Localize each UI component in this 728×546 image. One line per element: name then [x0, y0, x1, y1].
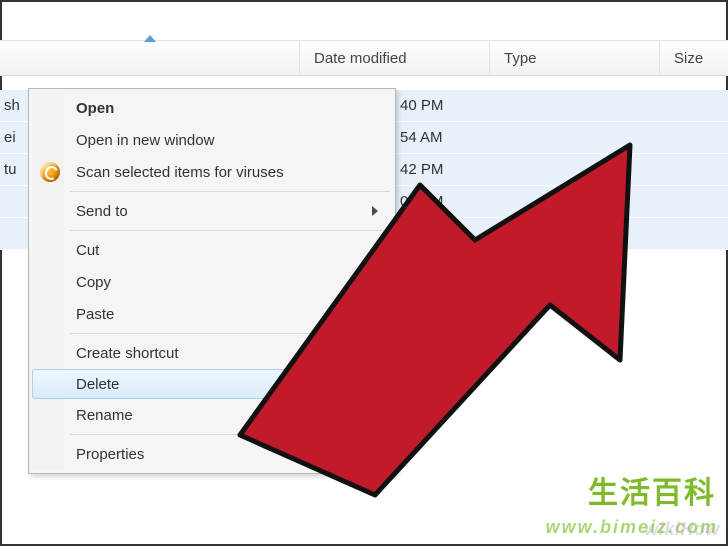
menu-separator — [70, 434, 390, 435]
menu-label: Properties — [76, 446, 144, 463]
menu-label: Open — [76, 100, 114, 117]
menu-scan-viruses[interactable]: Scan selected items for viruses — [32, 156, 392, 188]
menu-label: Paste — [76, 306, 114, 323]
submenu-arrow-icon — [372, 206, 378, 216]
column-size[interactable]: Size — [660, 41, 728, 75]
watermark-cn: 生活百科 — [588, 468, 716, 512]
column-label: Size — [674, 50, 703, 67]
menu-label: Send to — [76, 203, 128, 220]
row-time: 54 AM — [400, 129, 443, 146]
row-name-stub: sh — [4, 90, 20, 122]
menu-label: Copy — [76, 274, 111, 291]
menu-open-new-window[interactable]: Open in new window — [32, 124, 392, 156]
sort-asc-icon — [144, 35, 156, 42]
column-name[interactable] — [0, 41, 300, 75]
menu-separator — [70, 333, 390, 334]
menu-label: Create shortcut — [76, 345, 179, 362]
column-label: Date modified — [314, 50, 407, 67]
row-time: 40 PM — [400, 97, 443, 114]
menu-open[interactable]: Open — [32, 92, 392, 124]
watermark-wikihow: wikiHow — [644, 519, 720, 540]
column-header-bar: Date modified Type Size — [0, 40, 728, 76]
menu-label: Cut — [76, 242, 99, 259]
context-menu: Open Open in new window Scan selected it… — [28, 88, 396, 474]
menu-send-to[interactable]: Send to — [32, 195, 392, 227]
menu-label: Delete — [76, 376, 119, 393]
menu-separator — [70, 191, 390, 192]
menu-label: Open in new window — [76, 132, 214, 149]
menu-label: Scan selected items for viruses — [76, 164, 284, 181]
menu-copy[interactable]: Copy — [32, 266, 392, 298]
column-label: Type — [504, 50, 537, 67]
row-name-stub: tu — [4, 154, 20, 186]
antivirus-icon — [40, 162, 60, 182]
row-time: 03 PM — [400, 193, 443, 210]
menu-properties[interactable]: Properties — [32, 438, 392, 470]
row-time: 52 AM — [400, 225, 443, 242]
column-date-modified[interactable]: Date modified — [300, 41, 490, 75]
row-time: 42 PM — [400, 161, 443, 178]
menu-paste[interactable]: Paste — [32, 298, 392, 330]
menu-create-shortcut[interactable]: Create shortcut — [32, 337, 392, 369]
column-type[interactable]: Type — [490, 41, 660, 75]
menu-delete[interactable]: Delete — [32, 369, 392, 399]
menu-separator — [70, 230, 390, 231]
row-name-stub: ei — [4, 122, 20, 154]
menu-rename[interactable]: Rename — [32, 399, 392, 431]
menu-cut[interactable]: Cut — [32, 234, 392, 266]
menu-label: Rename — [76, 407, 133, 424]
